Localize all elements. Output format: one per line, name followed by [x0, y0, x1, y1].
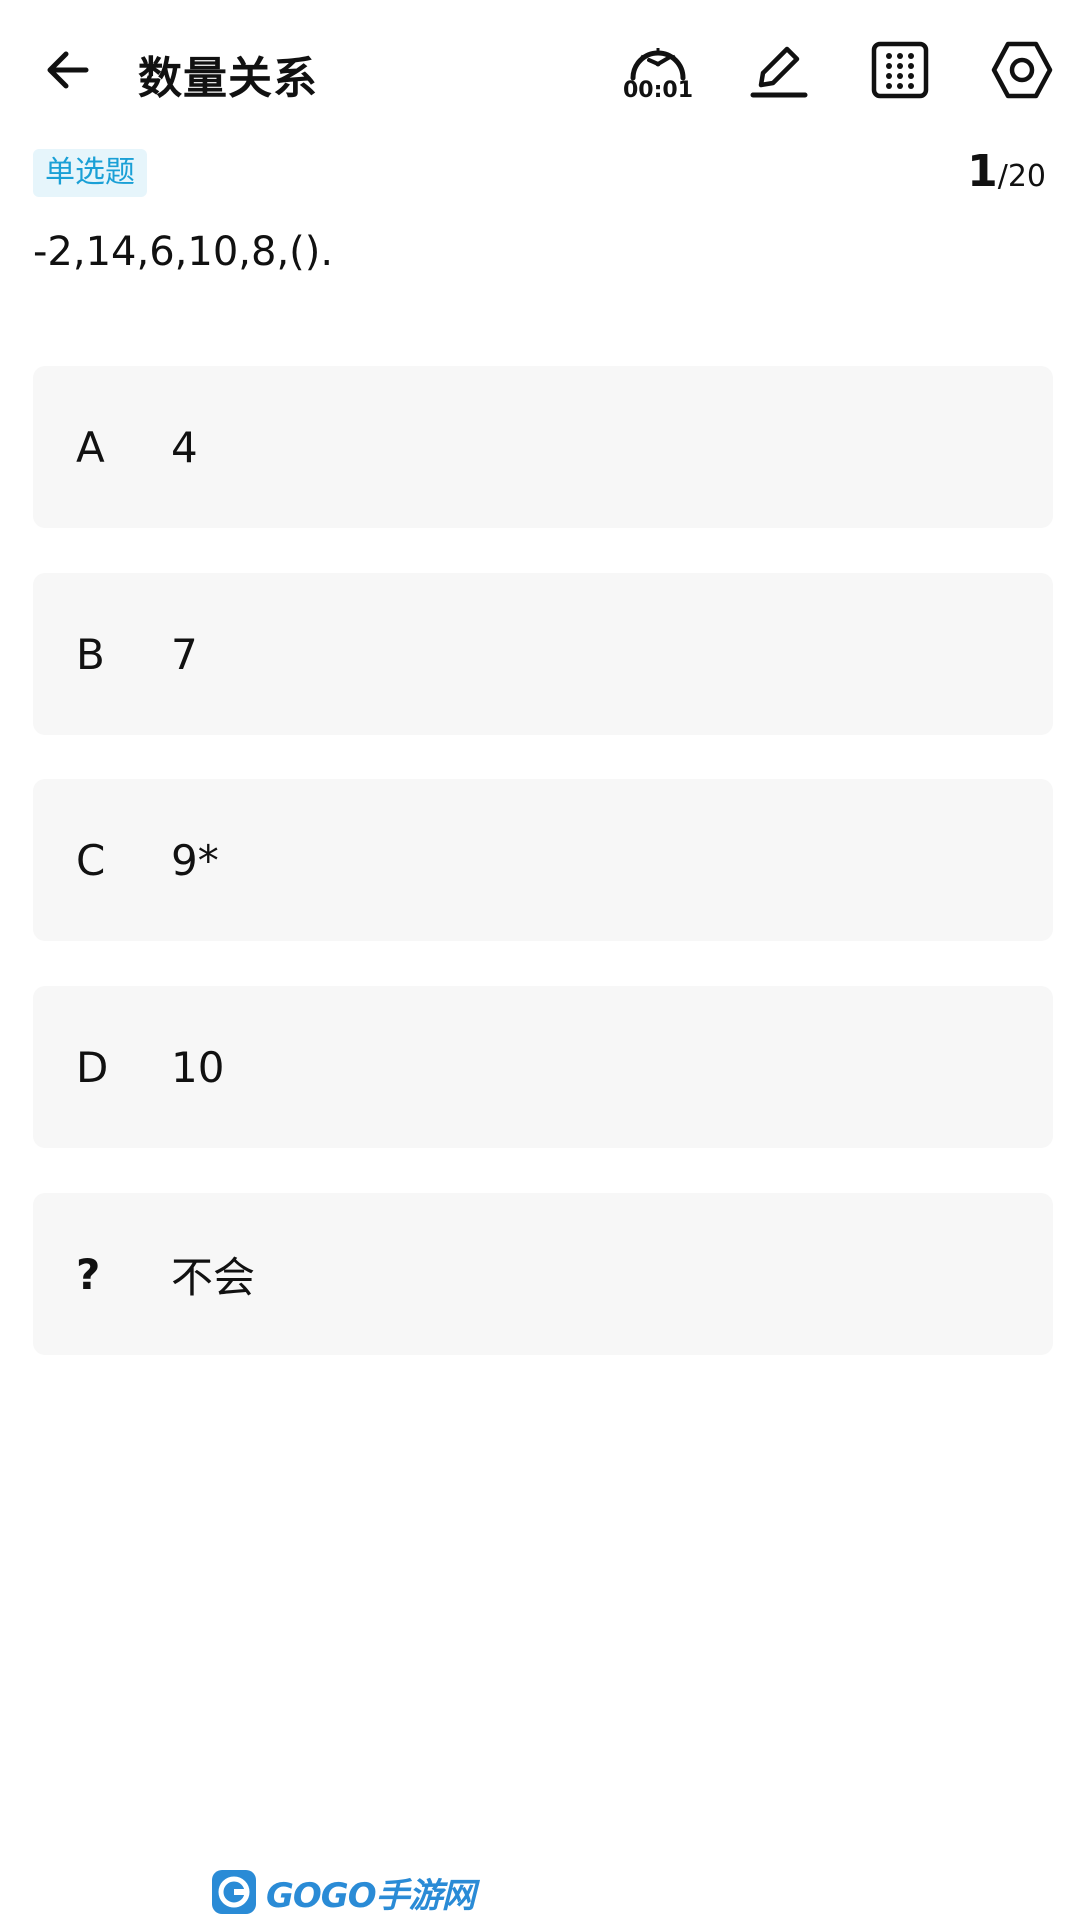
question-type-tag: 单选题	[33, 149, 147, 197]
timer-text: 00:01	[622, 78, 694, 103]
settings-button[interactable]	[982, 30, 1062, 110]
timer-button[interactable]: 00:01	[618, 28, 698, 114]
option-text: 9*	[171, 835, 219, 885]
option-d[interactable]: D 10	[33, 986, 1053, 1148]
option-c[interactable]: C 9*	[33, 779, 1053, 941]
option-letter: A	[76, 422, 105, 472]
question-counter: 1/20	[967, 150, 1046, 199]
option-letter: B	[76, 629, 105, 679]
logo-icon	[212, 1870, 256, 1914]
option-text: 7	[171, 629, 198, 679]
settings-icon	[991, 41, 1053, 99]
option-text: 4	[171, 422, 198, 472]
option-text: 不会	[171, 1252, 256, 1302]
timer-icon	[630, 48, 686, 81]
watermark-logo: GOGO手游网	[210, 1866, 476, 1918]
question-text: -2,14,6,10,8,().	[33, 229, 334, 275]
option-a[interactable]: A 4	[33, 366, 1053, 528]
pencil-icon	[750, 46, 808, 98]
back-button[interactable]	[36, 38, 100, 102]
grid-icon	[871, 41, 929, 99]
option-letter: ?	[76, 1249, 101, 1299]
option-dont-know[interactable]: ? 不会	[33, 1193, 1053, 1355]
total-questions: /20	[997, 159, 1046, 194]
option-text: 10	[171, 1042, 225, 1092]
option-b[interactable]: B 7	[33, 573, 1053, 735]
note-button[interactable]	[738, 30, 818, 110]
option-letter: C	[76, 835, 106, 885]
option-letter: D	[76, 1042, 109, 1092]
top-bar: 数量关系 00:01	[0, 0, 1080, 140]
answer-sheet-button[interactable]	[860, 30, 940, 110]
back-arrow-icon	[47, 51, 89, 89]
page-title: 数量关系	[138, 53, 318, 104]
current-question-number: 1	[967, 146, 998, 197]
practice-page: 数量关系 00:01 单选题 1/20 -2,14,6,10,8,(). A 4…	[0, 0, 1080, 1920]
watermark-text: GOGO手游网	[266, 1875, 476, 1916]
